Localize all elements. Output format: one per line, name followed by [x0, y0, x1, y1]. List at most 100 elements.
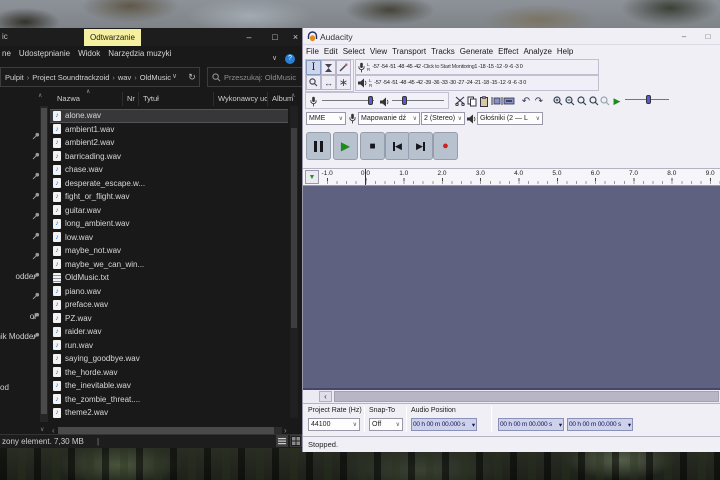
playback-device-select[interactable]: Głośniki (2 — L ∨ [477, 112, 543, 125]
tab-odtwarzanie[interactable]: Odtwarzanie [84, 29, 141, 46]
breadcrumb[interactable]: Pulpit › Project Soundtrackzoid › wav › OldMus… [0, 67, 200, 87]
column-header-album[interactable]: Album [267, 91, 302, 106]
file-row[interactable]: ♪ fight_or_flight.wav [50, 190, 288, 204]
pause-button[interactable] [306, 132, 331, 160]
file-row[interactable]: ♪ barricading.wav [50, 150, 288, 164]
thumbnails-view-icon[interactable] [290, 435, 302, 447]
selection-end-field[interactable]: 00 h 00 m 00.000 s ▾ [567, 418, 633, 431]
recording-meter[interactable]: LR -57 -54 -51 -48 -45 -42 -Click to Sta… [355, 59, 599, 75]
menu-item[interactable]: View [370, 47, 387, 56]
recording-volume-slider[interactable] [322, 100, 374, 101]
breadcrumb-item[interactable]: Pulpit [5, 73, 24, 82]
file-row[interactable]: ♪ alone.wav [50, 109, 288, 123]
menu-item[interactable]: Generate [460, 47, 493, 56]
play-button[interactable]: ▶ [333, 132, 358, 160]
project-rate-select[interactable]: 44100 ∨ [308, 418, 360, 431]
multi-tool-button[interactable]: ∗ [336, 75, 351, 90]
address-dropdown-icon[interactable]: ∨ [172, 72, 177, 80]
help-icon[interactable]: ? [285, 54, 295, 64]
selection-start-field[interactable]: 00 h 00 m 00.000 s ▾ [498, 418, 564, 431]
ribbon-tab[interactable]: Udostępnianie [19, 49, 70, 62]
play-at-speed-button[interactable]: ▶ [610, 94, 624, 108]
nav-scroll-down-icon[interactable]: ∨ [40, 426, 44, 433]
skip-to-start-button[interactable]: ◀ [385, 132, 410, 160]
hscroll-left-icon[interactable]: ‹ [319, 391, 332, 402]
file-row[interactable]: ♪ the_inevitable.wav [50, 379, 288, 393]
zoom-tool-button[interactable] [306, 75, 321, 90]
ribbon-tab[interactable]: Widok [78, 49, 100, 62]
column-header-title[interactable]: Tytuł [138, 91, 213, 106]
file-row[interactable]: ♪ long_ambient.wav [50, 217, 288, 231]
recording-device-select[interactable]: Mapowanie dź ∨ [358, 112, 420, 125]
breadcrumb-item[interactable]: wav [118, 73, 131, 82]
ribbon-tab[interactable]: ne [2, 49, 11, 62]
snap-to-select[interactable]: Off ∨ [369, 418, 403, 431]
stop-button[interactable]: ■ [360, 132, 385, 160]
file-row[interactable]: ♪ low.wav [50, 231, 288, 245]
maximize-icon[interactable]: □ [699, 29, 717, 44]
file-row[interactable]: ♪ OldMusic.txt [50, 271, 288, 285]
search-input[interactable]: Przeszukaj: OldMusic [207, 67, 302, 87]
menu-item[interactable]: Select [343, 47, 365, 56]
playback-meter[interactable]: LR -57 -54 -51 -48 -45 -42 -39 -36 -33 -… [355, 75, 599, 91]
close-icon[interactable]: × [288, 28, 302, 46]
list-scrollbar-thumb[interactable] [291, 128, 297, 328]
nav-item-label-partial[interactable]: od [0, 383, 9, 392]
file-row[interactable]: ♪ run.wav [50, 339, 288, 353]
breadcrumb-item[interactable]: Project Soundtrackzoid [32, 73, 109, 82]
column-header-artists[interactable]: Wykonawcy uczes... [213, 91, 267, 106]
file-row[interactable]: ♪ preface.wav [50, 298, 288, 312]
play-speed-knob[interactable] [646, 95, 651, 104]
menu-item[interactable]: Tracks [431, 47, 455, 56]
nav-scrollbar-thumb[interactable] [41, 108, 47, 414]
menu-item[interactable]: File [306, 47, 319, 56]
menu-item[interactable]: Help [557, 47, 573, 56]
file-row[interactable]: ♪ guitar.wav [50, 204, 288, 218]
file-row[interactable]: ♪ desperate_escape.w... [50, 177, 288, 191]
breadcrumb-item[interactable]: OldMusic [140, 73, 171, 82]
selection-tool-button[interactable]: I [306, 60, 321, 75]
menu-item[interactable]: Effect [498, 47, 518, 56]
nav-scroll-up-icon[interactable]: ∧ [38, 92, 42, 99]
minimize-icon[interactable]: – [675, 29, 693, 44]
draw-tool-button[interactable] [336, 60, 351, 75]
file-row[interactable]: ♪ the_horde.wav [50, 366, 288, 380]
file-row[interactable]: ♪ raider.wav [50, 325, 288, 339]
file-row[interactable]: ♪ chase.wav [50, 163, 288, 177]
record-button[interactable]: ● [433, 132, 458, 160]
maximize-icon[interactable]: □ [264, 28, 286, 46]
file-row[interactable]: ♪ piano.wav [50, 285, 288, 299]
paste-button[interactable] [477, 94, 491, 108]
menu-item[interactable]: Analyze [523, 47, 551, 56]
ribbon-tab[interactable]: Narzędzia muzyki [108, 49, 171, 62]
file-row[interactable]: ♪ theme2.wav [50, 406, 288, 420]
file-row[interactable]: ♪ the_zombie_threat.... [50, 393, 288, 407]
details-view-icon[interactable] [276, 435, 288, 447]
recording-channels-select[interactable]: 2 (Stereo) ∨ [421, 112, 465, 125]
envelope-tool-button[interactable] [321, 60, 336, 75]
list-scroll-up-icon[interactable]: ∧ [291, 92, 295, 99]
skip-to-end-button[interactable]: ▶ [408, 132, 433, 160]
file-row[interactable]: ♪ ambient1.wav [50, 123, 288, 137]
ribbon-collapse-icon[interactable]: ∨ [272, 54, 277, 62]
silence-audio-button[interactable] [502, 94, 516, 108]
file-row[interactable]: ♪ PZ.wav [50, 312, 288, 326]
undo-button[interactable]: ↶ [519, 94, 533, 108]
playback-volume-slider[interactable] [392, 100, 444, 101]
refresh-icon[interactable]: ↻ [185, 67, 200, 87]
playback-volume-knob[interactable] [402, 96, 407, 105]
recording-volume-knob[interactable] [368, 96, 373, 105]
file-row[interactable]: ♪ maybe_we_can_win... [50, 258, 288, 272]
audio-position-field[interactable]: 00 h 00 m 00.000 s ▾ [411, 418, 477, 431]
file-row[interactable]: ♪ ambient2.wav [50, 136, 288, 150]
file-row[interactable]: ♪ maybe_not.wav [50, 244, 288, 258]
menu-item[interactable]: Edit [324, 47, 338, 56]
redo-button[interactable]: ↷ [532, 94, 546, 108]
column-header-nr[interactable]: Nr [122, 91, 138, 106]
audio-host-select[interactable]: MME ∨ [306, 112, 346, 125]
timeshift-tool-button[interactable]: ↔ [321, 75, 336, 90]
audacity-hscroll-thumb[interactable] [334, 391, 719, 402]
menu-item[interactable]: Transport [392, 47, 426, 56]
minimize-icon[interactable]: – [238, 28, 260, 46]
track-area[interactable] [303, 186, 720, 390]
